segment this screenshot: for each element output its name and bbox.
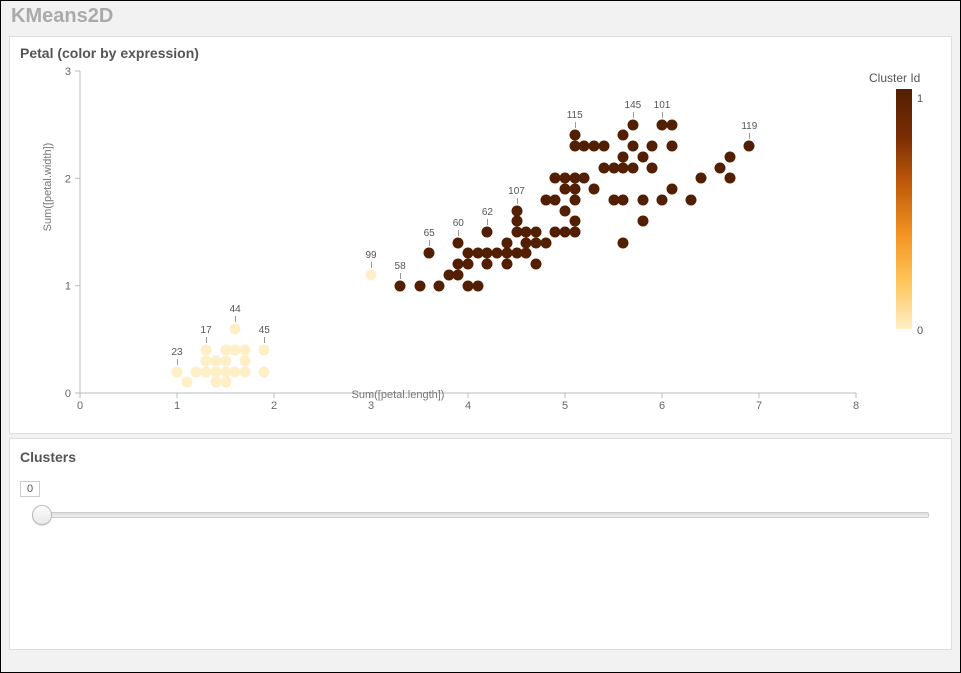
data-point[interactable] [530, 259, 541, 270]
data-point[interactable] [647, 162, 658, 173]
chart-card: Petal (color by expression) 012345678012… [9, 36, 952, 434]
data-point[interactable] [647, 141, 658, 152]
slider-thumb[interactable] [32, 505, 52, 525]
svg-text:3: 3 [65, 66, 71, 78]
data-point[interactable] [569, 184, 580, 195]
svg-text:8: 8 [853, 400, 859, 412]
data-point[interactable] [627, 141, 638, 152]
color-legend: Cluster Id 1 0 [869, 71, 939, 393]
page-title: KMeans2D [1, 1, 960, 32]
data-point[interactable] [666, 184, 677, 195]
data-point[interactable] [239, 355, 250, 366]
data-point[interactable] [715, 162, 726, 173]
data-point[interactable] [453, 269, 464, 280]
svg-text:6: 6 [659, 400, 665, 412]
data-point[interactable] [657, 194, 668, 205]
data-point[interactable] [589, 184, 600, 195]
data-point[interactable] [618, 151, 629, 162]
data-point[interactable] [424, 248, 435, 259]
data-point[interactable] [521, 248, 532, 259]
svg-text:3: 3 [368, 400, 374, 412]
data-point[interactable] [259, 366, 270, 377]
data-point[interactable] [666, 141, 677, 152]
legend-title: Cluster Id [869, 71, 939, 85]
data-point[interactable] [472, 280, 483, 291]
data-point[interactable] [530, 227, 541, 238]
data-point[interactable] [482, 227, 493, 238]
svg-text:2: 2 [271, 400, 277, 412]
data-point[interactable] [433, 280, 444, 291]
data-point[interactable] [637, 194, 648, 205]
data-point[interactable] [695, 173, 706, 184]
data-point[interactable] [637, 151, 648, 162]
svg-text:0: 0 [77, 400, 83, 412]
data-point[interactable] [511, 216, 522, 227]
data-point[interactable] [569, 227, 580, 238]
data-point[interactable] [569, 130, 580, 141]
slider-rail [32, 512, 929, 518]
data-point[interactable] [201, 345, 212, 356]
data-point[interactable] [724, 173, 735, 184]
data-point[interactable] [172, 366, 183, 377]
data-point[interactable] [395, 280, 406, 291]
data-point[interactable] [501, 259, 512, 270]
data-point[interactable] [181, 377, 192, 388]
svg-text:4: 4 [465, 400, 471, 412]
data-point[interactable] [463, 259, 474, 270]
data-point[interactable] [744, 141, 755, 152]
clusters-title: Clusters [10, 439, 951, 479]
data-point[interactable] [501, 237, 512, 248]
data-point[interactable] [239, 345, 250, 356]
data-point[interactable] [414, 280, 425, 291]
data-point[interactable] [560, 205, 571, 216]
data-point[interactable] [627, 162, 638, 173]
data-point[interactable] [482, 259, 493, 270]
svg-text:1: 1 [65, 281, 71, 293]
data-point[interactable] [511, 205, 522, 216]
legend-min: 0 [917, 325, 923, 337]
data-point[interactable] [366, 269, 377, 280]
data-point[interactable] [569, 194, 580, 205]
data-point[interactable] [550, 194, 561, 205]
data-point[interactable] [259, 345, 270, 356]
data-point[interactable] [453, 237, 464, 248]
data-point[interactable] [686, 194, 697, 205]
data-point[interactable] [618, 237, 629, 248]
data-point[interactable] [239, 366, 250, 377]
data-point[interactable] [230, 323, 241, 334]
axes: 0123456780123 [80, 71, 856, 393]
data-point[interactable] [540, 237, 551, 248]
data-point[interactable] [724, 151, 735, 162]
svg-text:2: 2 [65, 173, 71, 185]
chart-title: Petal (color by expression) [10, 37, 951, 69]
y-axis-title: Sum([petal.width]) [42, 97, 54, 277]
x-axis-title: Sum([petal.length]) [10, 389, 786, 401]
app-window: KMeans2D Petal (color by expression) 012… [0, 0, 961, 673]
data-point[interactable] [579, 173, 590, 184]
legend-gradient [896, 89, 912, 329]
data-point[interactable] [618, 194, 629, 205]
data-point[interactable] [637, 216, 648, 227]
svg-text:5: 5 [562, 400, 568, 412]
svg-text:7: 7 [756, 400, 762, 412]
clusters-value: 0 [20, 481, 40, 497]
data-point[interactable] [220, 355, 231, 366]
data-point[interactable] [627, 119, 638, 130]
scatter-plot[interactable]: 0123456780123 23174445995865606210711514… [80, 71, 856, 393]
data-point[interactable] [220, 377, 231, 388]
data-point[interactable] [666, 119, 677, 130]
clusters-slider[interactable] [32, 505, 929, 523]
data-point[interactable] [569, 216, 580, 227]
clusters-panel: Clusters 0 [9, 438, 952, 650]
legend-max: 1 [917, 93, 923, 105]
svg-text:1: 1 [174, 400, 180, 412]
data-point[interactable] [598, 141, 609, 152]
data-point[interactable] [618, 130, 629, 141]
